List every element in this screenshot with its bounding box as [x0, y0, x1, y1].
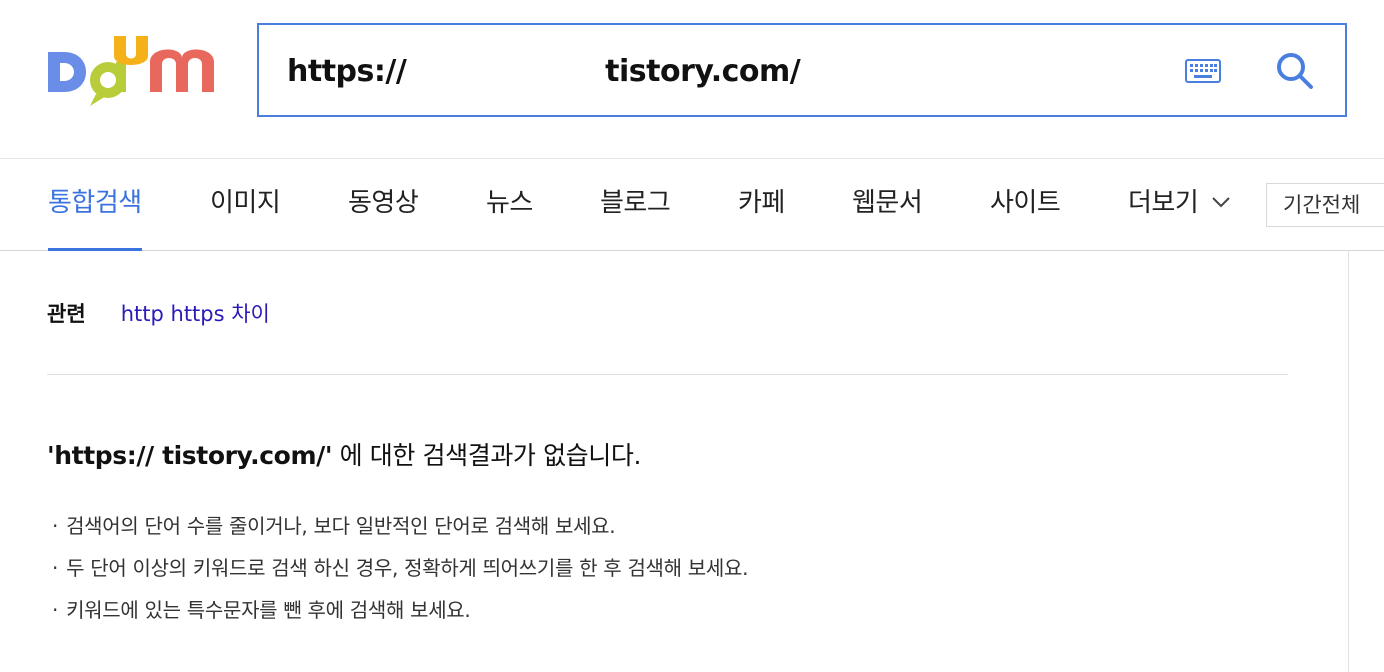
tip-item: 두 단어 이상의 키워드로 검색 하신 경우, 정확하게 띄어쓰기를 한 후 검… [52, 547, 748, 589]
no-result-message: 'https:// tistory.com/' 에 대한 검색결과가 없습니다. [47, 436, 641, 472]
no-result-query: 'https:// tistory.com/' [47, 441, 333, 470]
daum-logo[interactable] [46, 32, 218, 108]
tab-more-label: 더보기 [1128, 188, 1199, 218]
tip-item: 검색어의 단어 수를 줄이거나, 보다 일반적인 단어로 검색해 보세요. [52, 505, 748, 547]
search-tabs: 통합검색 이미지 동영상 뉴스 블로그 카페 웹문서 사이트 더보기 [0, 159, 1384, 251]
chevron-down-icon [1212, 196, 1230, 207]
tab-all[interactable]: 통합검색 [48, 159, 142, 251]
tab-image[interactable]: 이미지 [210, 159, 281, 250]
period-filter-button[interactable]: 기간전체 [1266, 183, 1384, 227]
tab-news[interactable]: 뉴스 [486, 159, 533, 250]
related-searches: 관련 http https 차이 [47, 296, 270, 332]
right-divider [1348, 250, 1349, 672]
search-icon[interactable] [1275, 51, 1315, 91]
section-divider [47, 374, 1288, 375]
tab-video[interactable]: 동영상 [348, 159, 419, 250]
tab-site[interactable]: 사이트 [990, 159, 1061, 250]
tab-webdoc[interactable]: 웹문서 [852, 159, 923, 250]
tab-more[interactable]: 더보기 [1128, 159, 1230, 250]
related-label: 관련 [47, 302, 86, 326]
search-input[interactable] [287, 47, 1147, 95]
keyboard-icon[interactable] [1185, 59, 1221, 83]
header [0, 0, 1384, 159]
no-result-text: 에 대한 검색결과가 없습니다. [332, 441, 642, 470]
tip-item: 키워드에 있는 특수문자를 뺀 후에 검색해 보세요. [52, 589, 748, 631]
tab-blog[interactable]: 블로그 [600, 159, 671, 250]
tab-cafe[interactable]: 카페 [738, 159, 785, 250]
search-box [257, 23, 1347, 117]
search-tips: 검색어의 단어 수를 줄이거나, 보다 일반적인 단어로 검색해 보세요. 두 … [52, 505, 748, 631]
related-link[interactable]: http https 차이 [121, 302, 270, 326]
